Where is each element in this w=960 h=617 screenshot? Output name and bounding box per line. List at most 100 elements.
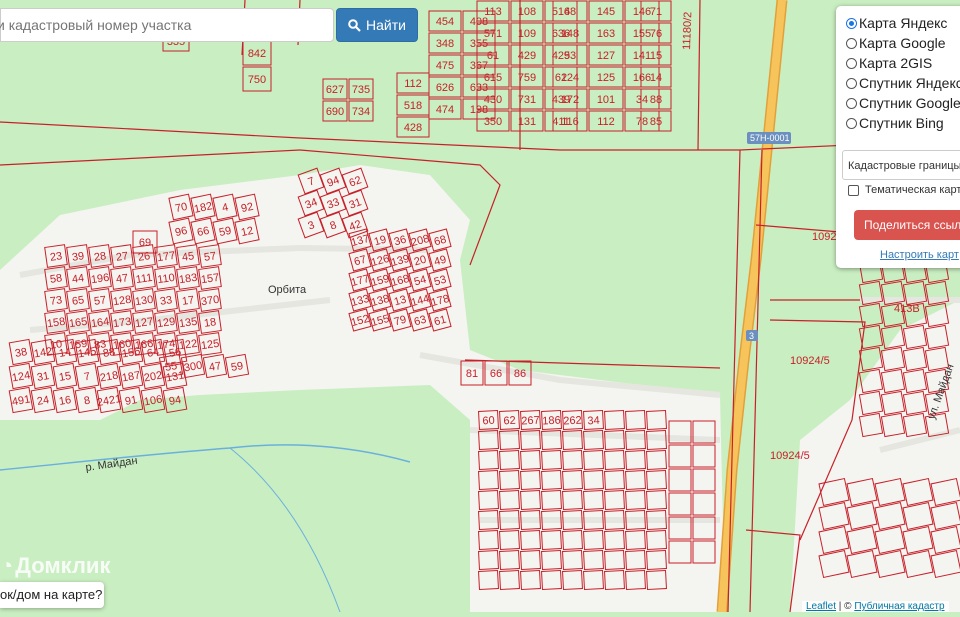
- plot-number: 15: [58, 370, 72, 384]
- plot-number: 15: [650, 50, 662, 62]
- plot-number: 28: [93, 250, 107, 264]
- domclick-logo-icon: ◔: [0, 553, 14, 578]
- plot-number: 148: [561, 28, 579, 40]
- layer-option-yandex-map[interactable]: Карта Яндекс: [846, 15, 947, 31]
- plot-number: 14: [58, 346, 72, 360]
- plot-number: 475: [436, 60, 454, 72]
- layer-option-label: Карта 2GIS: [859, 55, 933, 71]
- plot-number: 750: [248, 74, 266, 86]
- plot-number: 47: [208, 360, 222, 374]
- plot-number: 69: [139, 237, 151, 249]
- road-number-text: 3: [749, 331, 754, 341]
- layer-option-bing-satellite[interactable]: Спутник Bing: [846, 115, 944, 131]
- plot-number: 111: [135, 272, 153, 286]
- plot-number: 64: [146, 346, 160, 360]
- layer-option-google-satellite[interactable]: Спутник Google: [846, 95, 960, 111]
- plot-number: 196: [90, 272, 110, 286]
- layer-option-2gis-map[interactable]: Карта 2GIS: [846, 55, 932, 71]
- layer-option-label: Спутник Google: [859, 95, 960, 111]
- plot-number: 571: [484, 28, 502, 40]
- find-button-label: Найти: [366, 17, 406, 33]
- radio-icon[interactable]: [846, 77, 857, 89]
- plot-number: 55: [164, 360, 178, 374]
- leaflet-link[interactable]: Leaflet: [806, 601, 836, 612]
- plot-number: 112: [404, 78, 422, 90]
- plot-number: 128: [112, 294, 132, 308]
- plot-number: 370: [200, 294, 220, 308]
- plot-number: 166: [633, 72, 651, 84]
- layer-option-yandex-satellite[interactable]: Спутник Яндекс: [846, 75, 960, 91]
- plot-number: 47: [115, 272, 129, 286]
- map-attribution: Leaflet | © Публичная кадастр: [802, 601, 949, 612]
- share-link-button[interactable]: Поделиться ссылк: [854, 210, 960, 240]
- place-label-orbita: Орбита: [268, 284, 307, 296]
- radio-icon[interactable]: [846, 97, 857, 109]
- plot-number: 173: [112, 316, 132, 330]
- plot-number: 60: [482, 415, 495, 428]
- find-button[interactable]: Найти: [336, 8, 418, 42]
- plot-number: 108: [518, 6, 536, 18]
- configure-map-link[interactable]: Настроить карт: [880, 249, 959, 261]
- map-canvas[interactable]: 335842750627 735690 734112518428454 408348 3…: [0, 0, 960, 613]
- plot-number: 31: [36, 370, 50, 384]
- plot-number: 38: [14, 346, 28, 360]
- plot-number: 92: [240, 201, 254, 215]
- checkbox-icon[interactable]: [848, 184, 859, 196]
- plot-number: 59: [218, 225, 232, 239]
- map-view[interactable]: 335 842 750 627 735 690 734 112 518 428 454 408 348 3…: [0, 0, 960, 613]
- plot-code-10924-5-b: 10924/5: [790, 355, 830, 367]
- plot-number: 165: [68, 316, 88, 330]
- layer-option-label: Карта Яндекс: [859, 15, 948, 31]
- plot-number: 615: [484, 72, 502, 84]
- plot-number: 367: [470, 60, 488, 72]
- search-box[interactable]: [0, 8, 334, 42]
- plot-number: 86: [514, 368, 526, 380]
- plot-number: 76: [650, 28, 662, 40]
- plot-number: 267: [521, 415, 540, 428]
- search-input[interactable]: [0, 9, 317, 41]
- where-on-map-button[interactable]: ок/дом на карте?: [0, 582, 104, 608]
- radio-icon[interactable]: [846, 17, 857, 29]
- plot-number: 146: [633, 6, 651, 18]
- plot-number: 73: [49, 294, 63, 308]
- plot-number: 88: [650, 94, 662, 106]
- plot-number: 110: [157, 272, 176, 286]
- plot-number: 130: [134, 294, 154, 308]
- plot-number: 731: [518, 94, 536, 106]
- plot-number: 85: [650, 116, 662, 128]
- layer-option-label: Карта Google: [859, 35, 946, 51]
- radio-icon[interactable]: [846, 37, 857, 49]
- layer-option-google-map[interactable]: Карта Google: [846, 35, 946, 51]
- plot-number: 27: [115, 250, 129, 264]
- plot-number: 518: [404, 100, 422, 112]
- plot-number: 122: [178, 338, 198, 352]
- plot-number: 112: [597, 116, 615, 128]
- thematic-toggle[interactable]: Тематическая карт: [848, 184, 960, 196]
- plot-number: 94: [168, 394, 182, 408]
- plot-number: 690: [326, 106, 344, 118]
- plot-number: 172: [561, 94, 579, 106]
- radio-icon[interactable]: [846, 57, 857, 69]
- road-code-text: 57Н-0001: [750, 133, 790, 143]
- plot-number: 24: [36, 394, 50, 408]
- plot-number: 127: [134, 316, 154, 330]
- plot-number: 125: [597, 72, 615, 84]
- plot-code-11180-2: 11180/2: [681, 12, 694, 51]
- plot-number: 842: [248, 48, 266, 60]
- plot-number: 78: [636, 116, 648, 128]
- plot-number: 66: [196, 225, 210, 239]
- cadastre-link[interactable]: Публичная кадастр: [854, 601, 944, 612]
- radio-icon[interactable]: [846, 117, 857, 129]
- attribution-separator: | ©: [836, 601, 855, 612]
- plot-number: 183: [178, 272, 198, 286]
- plot-number: 627: [326, 84, 344, 96]
- layer-option-label: Спутник Bing: [859, 115, 944, 131]
- overlay-select[interactable]: Кадастровые границы: [842, 150, 960, 180]
- plot-number: 57: [93, 294, 107, 308]
- plot-number: 33: [159, 294, 173, 308]
- plot-code-10924-5-c: 10924/5: [770, 450, 810, 462]
- plot-number: 113: [484, 6, 502, 18]
- plot-number: 135: [178, 316, 198, 330]
- plot-number: 59: [230, 360, 244, 374]
- search-icon: [348, 18, 361, 32]
